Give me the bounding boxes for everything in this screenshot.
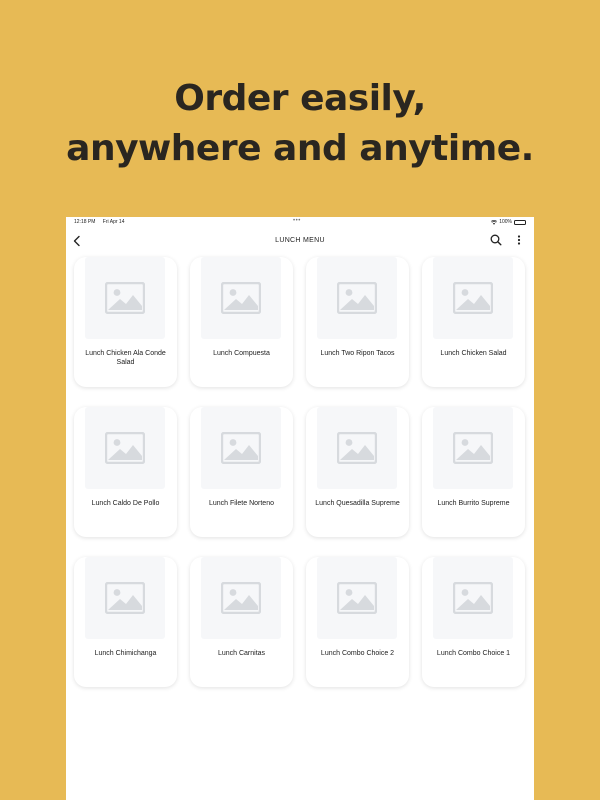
menu-item-name: Lunch Chimichanga — [94, 650, 157, 657]
menu-item-card[interactable]: Lunch Chicken Salad — [422, 257, 525, 387]
more-options-icon[interactable] — [513, 233, 525, 247]
menu-item-card[interactable]: Lunch Caldo De Pollo — [74, 407, 177, 537]
image-placeholder-icon — [105, 282, 145, 314]
image-placeholder-icon — [453, 432, 493, 464]
multitasking-dots[interactable]: ••• — [293, 218, 301, 224]
status-bar: 12:18 PM Fri Apr 14 ••• 100% — [66, 217, 534, 227]
menu-item-name: Lunch Compuesta — [213, 350, 270, 357]
image-placeholder-icon — [453, 282, 493, 314]
item-image-placeholder — [317, 557, 397, 639]
nav-bar: LUNCH MENU — [66, 231, 534, 251]
item-image-placeholder — [85, 257, 165, 339]
page-title: LUNCH MENU — [275, 237, 325, 244]
item-image-placeholder — [201, 557, 281, 639]
tablet-screen: 12:18 PM Fri Apr 14 ••• 100% LUNCH MENU — [66, 217, 534, 800]
status-date: Fri Apr 14 — [102, 219, 125, 225]
menu-item-name: Lunch Quesadilla Supreme — [315, 500, 400, 507]
image-placeholder-icon — [453, 582, 493, 614]
menu-item-card[interactable]: Lunch Combo Choice 1 — [422, 557, 525, 687]
item-image-placeholder — [201, 257, 281, 339]
image-placeholder-icon — [337, 432, 377, 464]
menu-item-card[interactable]: Lunch Compuesta — [190, 257, 293, 387]
menu-item-name: Lunch Chicken Ala Conde Salad — [85, 350, 166, 366]
battery-percent: 100% — [499, 219, 512, 225]
image-placeholder-icon — [221, 432, 261, 464]
image-placeholder-icon — [105, 432, 145, 464]
wifi-icon — [491, 219, 498, 225]
search-icon[interactable] — [489, 233, 503, 247]
item-image-placeholder — [85, 407, 165, 489]
menu-item-name: Lunch Two Ripon Tacos — [320, 350, 395, 357]
item-image-placeholder — [317, 257, 397, 339]
item-image-placeholder — [433, 557, 513, 639]
item-image-placeholder — [317, 407, 397, 489]
menu-item-name: Lunch Chicken Salad — [440, 350, 507, 357]
headline: Order easily, anywhere and anytime. — [0, 74, 600, 174]
menu-item-card[interactable]: Lunch Quesadilla Supreme — [306, 407, 409, 537]
image-placeholder-icon — [221, 582, 261, 614]
menu-item-card[interactable]: Lunch Two Ripon Tacos — [306, 257, 409, 387]
menu-item-card[interactable]: Lunch Combo Choice 2 — [306, 557, 409, 687]
menu-item-name: Lunch Filete Norteno — [209, 500, 274, 507]
item-image-placeholder — [433, 407, 513, 489]
menu-grid: Lunch Chicken Ala Conde Salad Lunch Comp… — [74, 257, 525, 687]
image-placeholder-icon — [221, 282, 261, 314]
menu-item-name: Lunch Carnitas — [217, 650, 266, 657]
menu-item-card[interactable]: Lunch Chicken Ala Conde Salad — [74, 257, 177, 387]
menu-item-name: Lunch Combo Choice 2 — [320, 650, 395, 657]
menu-item-card[interactable]: Lunch Chimichanga — [74, 557, 177, 687]
menu-item-card[interactable]: Lunch Filete Norteno — [190, 407, 293, 537]
headline-line-2: anywhere and anytime. — [66, 128, 534, 169]
menu-item-name: Lunch Burrito Supreme — [437, 500, 510, 507]
menu-item-card[interactable]: Lunch Burrito Supreme — [422, 407, 525, 537]
image-placeholder-icon — [337, 282, 377, 314]
image-placeholder-icon — [337, 582, 377, 614]
battery-icon — [514, 219, 526, 225]
headline-line-1: Order easily, — [174, 78, 426, 119]
menu-item-name: Lunch Caldo De Pollo — [91, 500, 160, 507]
item-image-placeholder — [433, 257, 513, 339]
menu-item-card[interactable]: Lunch Carnitas — [190, 557, 293, 687]
status-time: 12:18 PM — [74, 219, 96, 225]
item-image-placeholder — [85, 557, 165, 639]
image-placeholder-icon — [105, 582, 145, 614]
item-image-placeholder — [201, 407, 281, 489]
menu-item-name: Lunch Combo Choice 1 — [436, 650, 511, 657]
